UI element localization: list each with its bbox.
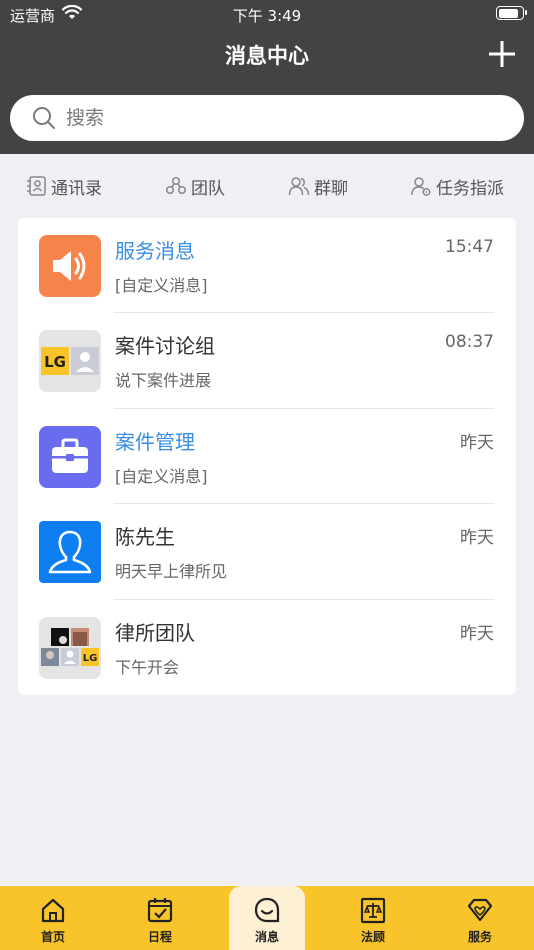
message-time: 15:47 xyxy=(445,237,494,257)
home-icon xyxy=(41,898,65,923)
message-preview: [自定义消息] xyxy=(115,466,208,486)
calendar-icon xyxy=(147,898,173,923)
message-time: 08:37 xyxy=(445,332,494,353)
message-time: 昨天 xyxy=(460,528,494,549)
task-assign-icon xyxy=(411,177,431,196)
add-button[interactable] xyxy=(486,38,518,70)
search-icon xyxy=(33,107,55,129)
speaker-icon xyxy=(39,235,101,297)
briefcase-icon xyxy=(39,425,101,488)
message-preview: 说下案件进展 xyxy=(115,371,212,391)
status-bar: 运营商 下午 3:49 xyxy=(0,0,534,28)
message-row-mr-chen[interactable]: 陈先生 明天早上律所见 昨天 xyxy=(18,504,516,600)
message-title: 案件管理 xyxy=(115,429,195,454)
status-time: 下午 3:49 xyxy=(232,7,302,25)
header: 运营商 下午 3:49 消息中心 xyxy=(0,0,534,154)
tab-schedule[interactable]: 日程 xyxy=(122,886,198,950)
tab-messages[interactable]: 消息 xyxy=(229,886,305,950)
message-row-law-firm-team[interactable]: LG 律所团队 下午开会 昨天 xyxy=(18,600,516,695)
message-time: 昨天 xyxy=(460,432,494,453)
message-title: 服务消息 xyxy=(115,239,195,263)
tab-service[interactable]: 服务 xyxy=(442,886,518,950)
legal-book-icon xyxy=(360,897,386,924)
tab-bar: 首页 日程 消息 法顾 服务 xyxy=(0,886,534,950)
message-time: 昨天 xyxy=(460,623,494,644)
battery-icon xyxy=(496,6,527,20)
page-title: 消息中心 xyxy=(225,44,309,68)
team-icon xyxy=(165,176,187,195)
contacts-button[interactable]: 通讯录 xyxy=(25,172,102,200)
tab-label: 消息 xyxy=(254,930,279,944)
group-chat-icon xyxy=(288,177,310,196)
message-preview: [自定义消息] xyxy=(115,276,208,295)
message-row-case-management[interactable]: 案件管理 [自定义消息] 昨天 xyxy=(18,409,516,505)
group-avatar: LG xyxy=(39,616,101,679)
message-list: 服务消息 [自定义消息] 15:47 LG 案件讨论组 说下案件进展 08:37 xyxy=(18,218,516,695)
contacts-icon xyxy=(27,176,46,196)
message-title: 案件讨论组 xyxy=(115,334,215,359)
quick-actions: 通讯录 团队 群聊 任务指派 xyxy=(0,154,534,218)
team-button[interactable]: 团队 xyxy=(165,172,225,200)
search-box[interactable] xyxy=(10,95,524,141)
svg-text:LG: LG xyxy=(83,653,98,664)
contacts-label: 通讯录 xyxy=(51,178,102,199)
message-row-service[interactable]: 服务消息 [自定义消息] 15:47 xyxy=(18,218,516,314)
tab-legal[interactable]: 法顾 xyxy=(335,886,411,950)
group-chat-button[interactable]: 群聊 xyxy=(288,172,348,200)
message-preview: 下午开会 xyxy=(115,657,180,677)
tab-label: 首页 xyxy=(40,930,65,944)
group-avatar: LG xyxy=(39,330,101,393)
person-icon xyxy=(39,521,101,584)
message-preview: 明天早上律所见 xyxy=(115,562,228,582)
tab-home[interactable]: 首页 xyxy=(15,886,91,950)
plus-icon xyxy=(489,41,515,67)
tab-label: 日程 xyxy=(147,930,172,944)
team-label: 团队 xyxy=(191,178,225,199)
task-assign-button[interactable]: 任务指派 xyxy=(410,172,504,200)
message-icon xyxy=(254,897,280,923)
svg-text:LG: LG xyxy=(44,353,66,371)
message-title: 律所团队 xyxy=(115,620,195,645)
service-heart-icon xyxy=(467,898,493,922)
group-chat-label: 群聊 xyxy=(314,178,348,199)
message-title: 陈先生 xyxy=(115,525,175,550)
tab-label: 服务 xyxy=(467,930,492,944)
task-assign-label: 任务指派 xyxy=(436,178,504,199)
tab-label: 法顾 xyxy=(360,930,385,944)
search-input[interactable] xyxy=(66,95,486,141)
message-row-case-discussion[interactable]: LG 案件讨论组 说下案件进展 08:37 xyxy=(18,313,516,409)
